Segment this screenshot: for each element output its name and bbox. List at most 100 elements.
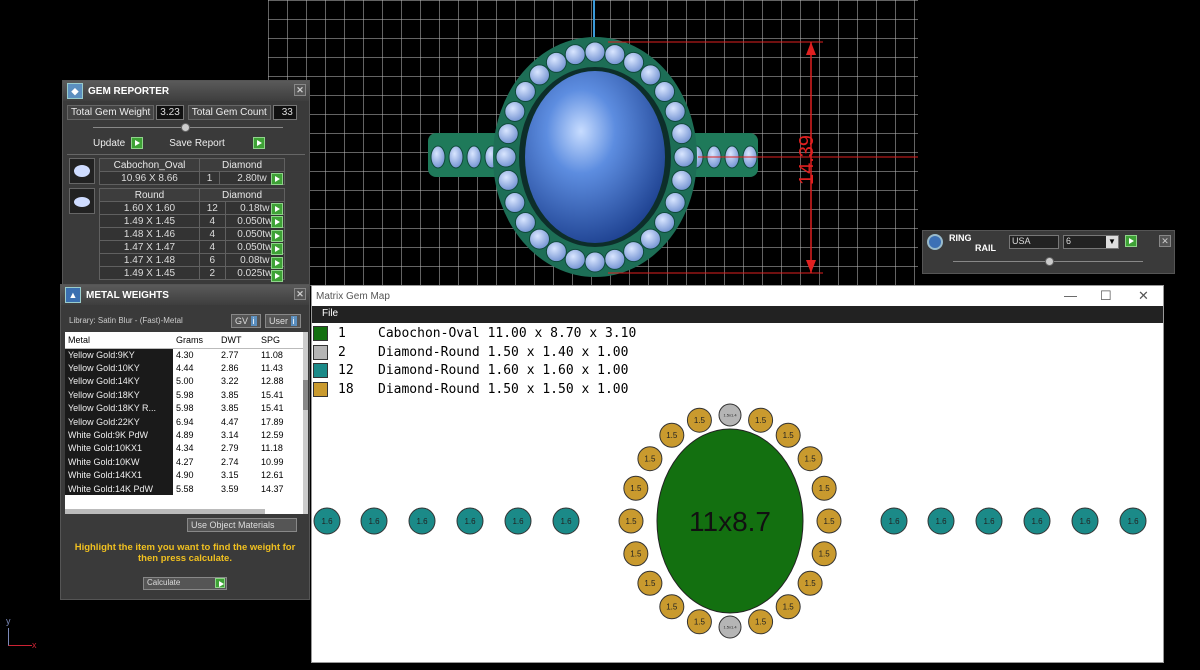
metal-metal: Yellow Gold:14KY xyxy=(65,374,173,389)
round-row-select-icon[interactable] xyxy=(271,256,283,269)
side-stone: 1.6 xyxy=(313,507,341,535)
total-gem-count-value: 33 xyxy=(272,105,297,120)
metal-row[interactable]: Yellow Gold:9KY 4.30 2.77 11.08 xyxy=(65,348,303,362)
close-icon[interactable]: ✕ xyxy=(294,288,306,300)
gem-reporter-titlebar[interactable]: ◆ GEM REPORTER ✕ xyxy=(63,81,309,101)
round-gem-row[interactable]: 1.49 X 1.45 2 0.025tw xyxy=(99,266,286,280)
chevron-down-icon[interactable]: ▼ xyxy=(1106,236,1118,248)
maximize-icon[interactable]: ☐ xyxy=(1100,288,1112,304)
cabochon-select-icon[interactable] xyxy=(271,173,283,185)
slider-handle-icon[interactable] xyxy=(181,123,190,132)
metal-row[interactable]: White Gold:10KX1 4.34 2.79 11.18 xyxy=(65,441,303,456)
metal-spg: 12.88 xyxy=(258,374,303,389)
metal-dwt: 4.47 xyxy=(218,414,258,429)
ring-halo-stone xyxy=(623,51,645,73)
col-grams[interactable]: Grams xyxy=(173,332,218,349)
minimize-icon[interactable]: — xyxy=(1064,288,1077,303)
round-gem-row[interactable]: 1.47 X 1.47 4 0.050tw xyxy=(99,240,286,254)
dimension-label: 14.39 xyxy=(796,135,818,185)
round-size: 1.60 X 1.60 xyxy=(99,201,200,215)
gem-map-titlebar[interactable]: Matrix Gem Map — ☐ ✕ xyxy=(312,286,1163,306)
round-gem-row[interactable]: 1.47 X 1.48 6 0.08tw xyxy=(99,253,286,267)
metal-grams: 5.98 xyxy=(173,401,218,415)
metal-row[interactable]: White Gold:9K PdW 4.89 3.14 12.59 xyxy=(65,428,303,442)
total-gem-weight-label: Total Gem Weight xyxy=(67,105,155,120)
vertical-scrollbar[interactable] xyxy=(303,332,308,514)
region-field[interactable]: USA xyxy=(1009,235,1059,249)
matrix-gem-map-window: Matrix Gem Map — ☐ ✕ File 1 Cabochon-Oval… xyxy=(311,285,1164,663)
close-icon[interactable]: ✕ xyxy=(294,84,306,96)
col-spg[interactable]: SPG xyxy=(258,332,303,349)
calculate-button[interactable]: Calculate xyxy=(143,577,227,590)
side-stone: 1.6 xyxy=(456,507,484,535)
round-row-select-icon[interactable] xyxy=(271,203,283,215)
metal-row[interactable]: White Gold:10KW 4.27 2.74 10.99 xyxy=(65,455,303,469)
round-table: Round Diamond 1.60 X 1.60 12 0.18tw 1.49 X … xyxy=(99,188,286,280)
metal-row[interactable]: White Gold:14K PdW 5.58 3.59 14.37 xyxy=(65,481,303,496)
ring-rail-slider[interactable] xyxy=(953,257,1143,266)
metal-metal: White Gold:14KX1 xyxy=(65,468,173,482)
halo-stone: 1.5 xyxy=(811,475,837,501)
halo-stone: 1.5 xyxy=(686,609,712,635)
horizontal-scrollbar[interactable] xyxy=(65,509,265,514)
metal-row[interactable]: Yellow Gold:18KY R... 5.98 3.85 15.41 xyxy=(65,401,303,415)
round-gem-row[interactable]: 1.60 X 1.60 12 0.18tw xyxy=(99,201,286,215)
round-gem-row[interactable]: 1.49 X 1.45 4 0.050tw xyxy=(99,214,286,228)
round-row-select-icon[interactable] xyxy=(271,216,283,229)
round-row-select-icon[interactable] xyxy=(271,243,283,256)
metal-row[interactable]: Yellow Gold:22KY 6.94 4.47 17.89 xyxy=(65,414,303,429)
round-gem-row[interactable]: 1.48 X 1.46 4 0.050tw xyxy=(99,227,286,241)
update-button[interactable]: Update xyxy=(93,138,125,149)
metal-row[interactable]: Yellow Gold:14KY 5.00 3.22 12.88 xyxy=(65,374,303,389)
metal-row[interactable]: White Gold:14KX1 4.90 3.15 12.61 xyxy=(65,468,303,482)
close-icon[interactable]: ✕ xyxy=(1159,235,1171,247)
update-go-icon[interactable] xyxy=(131,137,144,149)
save-report-button[interactable]: Save Report xyxy=(169,138,225,149)
round-row-select-icon[interactable] xyxy=(271,270,283,282)
cabochon-table: Cabochon_Oval Diamond 10.96 X 8.66 1 2.8… xyxy=(99,158,285,185)
metal-grams: 5.00 xyxy=(173,374,218,389)
metal-weights-titlebar[interactable]: ▲ METAL WEIGHTS ✕ xyxy=(61,285,309,305)
ring-rail-go-icon[interactable] xyxy=(1125,235,1137,247)
halo-stone: 1.5 xyxy=(797,446,823,472)
cabochon-thumbnail-icon xyxy=(69,158,95,184)
halo-stone: 1.5 xyxy=(748,407,774,433)
ring-halo-stone xyxy=(604,248,626,270)
col-dwt[interactable]: DWT xyxy=(218,332,258,349)
metal-spg: 14.37 xyxy=(258,481,303,496)
ring-halo-stone xyxy=(654,81,676,103)
instruction-text: Highlight the item you want to find the … xyxy=(74,542,296,564)
metal-grams: 4.27 xyxy=(173,455,218,469)
user-toggle[interactable]: User i xyxy=(265,314,301,328)
close-icon[interactable]: ✕ xyxy=(1138,288,1149,304)
metal-row[interactable]: Yellow Gold:10KY 4.44 2.86 11.43 xyxy=(65,361,303,375)
halo-stone-label: 1.5 xyxy=(755,416,767,425)
round-count: 4 xyxy=(199,227,226,241)
ring-rail-title-2: RAIL xyxy=(975,243,996,253)
halo-stone: 1.5 xyxy=(748,609,774,635)
menu-file[interactable]: File xyxy=(322,308,338,319)
gem-map-diagram: 1.6 1.6 1.6 1.6 1.6 1.6 1.6 1.6 1.6 1.6 1.6 1.6 1.5x… xyxy=(313,403,1147,639)
metal-row[interactable]: Yellow Gold:18KY 5.98 3.85 15.41 xyxy=(65,388,303,402)
metal-dwt: 3.14 xyxy=(218,428,258,442)
slider-handle-icon[interactable] xyxy=(1045,257,1054,266)
col-metal[interactable]: Metal xyxy=(65,332,173,349)
gv-toggle[interactable]: GV i xyxy=(231,314,261,328)
side-stone-label: 1.6 xyxy=(1127,517,1139,526)
ring-halo-stone xyxy=(654,211,676,233)
ring-halo-stone xyxy=(514,211,536,233)
size-select[interactable]: 6 ▼ xyxy=(1063,235,1119,249)
halo-stone: 1.5 xyxy=(659,422,685,448)
metal-table-container[interactable]: Metal Grams DWT SPG Yellow Gold:9KY 4.30 2… xyxy=(65,332,303,514)
round-type: Diamond xyxy=(199,188,285,202)
use-object-materials-button[interactable]: Use Object Materials xyxy=(187,518,297,532)
gem-reporter-slider[interactable] xyxy=(93,123,283,132)
ring-halo-stone xyxy=(639,228,661,250)
ring-halo-stone xyxy=(529,64,551,86)
save-report-go-icon[interactable] xyxy=(252,137,265,149)
halo-stone-small: 1.5x1.4 xyxy=(718,403,742,427)
calculate-go-icon[interactable] xyxy=(215,578,225,588)
metal-spg: 17.89 xyxy=(258,414,303,429)
halo-stone: 1.5 xyxy=(775,594,801,620)
round-row-select-icon[interactable] xyxy=(271,229,283,242)
